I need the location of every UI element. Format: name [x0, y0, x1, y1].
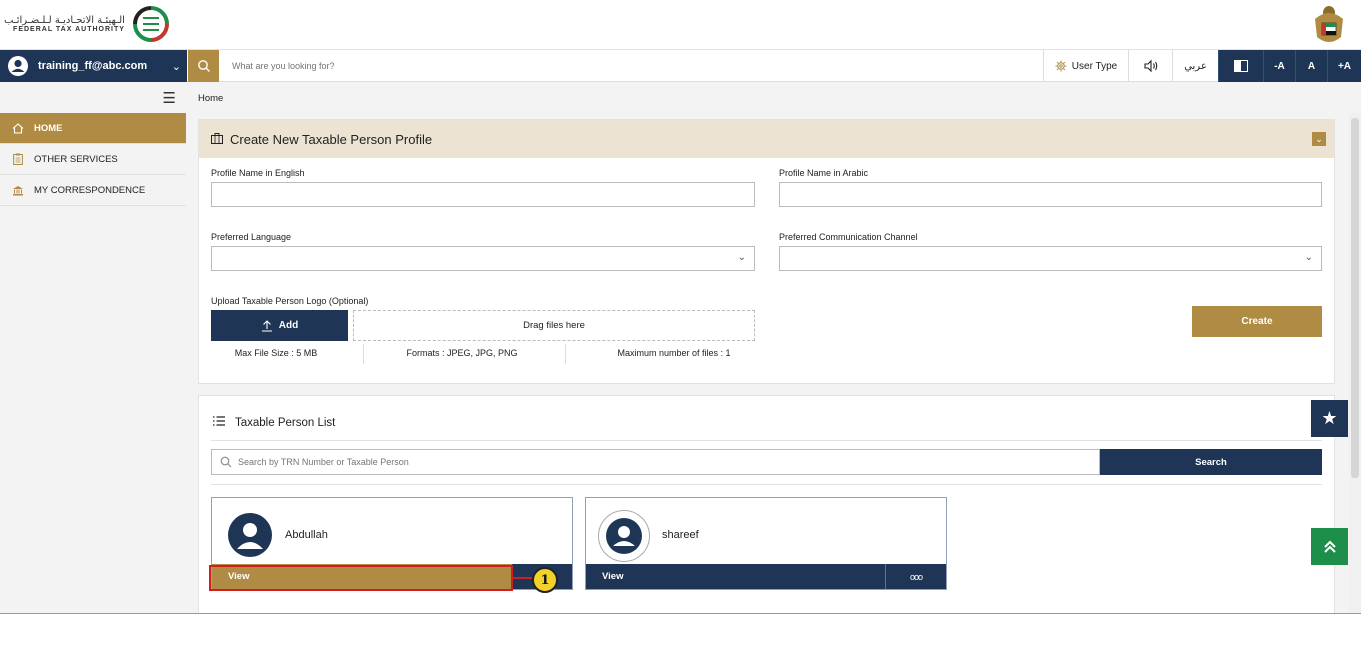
clipboard-icon — [12, 153, 24, 165]
top-toolbar: training_ff@abc.com ⌄ User Type عربي -A … — [0, 50, 1361, 82]
search-button[interactable]: Search — [1100, 449, 1322, 475]
chevron-down-icon: ⌄ — [737, 252, 746, 263]
sidebar-item-my-correspondence[interactable]: MY CORRESPONDENCE — [0, 175, 186, 206]
channel-label: Preferred Communication Channel — [779, 232, 918, 242]
fta-logo[interactable]: الـهيئـة الاتحـاديـة لـلـضـرائـب FEDERAL… — [4, 4, 171, 44]
annotation-highlight — [209, 565, 513, 591]
uae-emblem-icon — [1315, 6, 1343, 42]
collapse-button[interactable]: ⌄ — [1312, 132, 1326, 146]
more-options-button[interactable]: ooo — [885, 564, 946, 589]
language-label: Preferred Language — [211, 232, 292, 242]
global-search-input[interactable] — [222, 54, 822, 78]
list-title-text: Taxable Person List — [235, 416, 336, 429]
search-icon — [220, 456, 232, 468]
user-type-label: User Type — [1071, 60, 1118, 72]
divider — [211, 440, 1322, 441]
divider — [211, 484, 1322, 485]
list-icon — [213, 416, 225, 429]
chevron-down-icon: ⌄ — [1304, 252, 1313, 263]
sidebar-item-other-services[interactable]: OTHER SERVICES — [0, 144, 186, 175]
language-toggle[interactable]: عربي — [1172, 50, 1218, 82]
file-formats: Formats : JPEG, JPG, PNG — [406, 348, 518, 358]
sidebar-item-home[interactable]: HOME — [0, 113, 186, 144]
double-chevron-up-icon — [1323, 540, 1336, 553]
create-profile-header[interactable]: Create New Taxable Person Profile ⌄ — [199, 120, 1334, 158]
app-window: الـهيئـة الاتحـاديـة لـلـضـرائـب FEDERAL… — [0, 0, 1361, 614]
person-name: shareef — [662, 529, 699, 541]
add-label: Add — [278, 320, 299, 331]
divider — [363, 344, 364, 364]
max-file-size: Max File Size : 5 MB — [234, 348, 318, 358]
person-name: Abdullah — [285, 529, 328, 541]
user-type-button[interactable]: User Type — [1043, 50, 1128, 82]
panel-title: Create New Taxable Person Profile — [230, 131, 433, 147]
create-profile-panel: Create New Taxable Person Profile ⌄ Prof… — [198, 119, 1335, 384]
sidebar-item-label: HOME — [34, 122, 63, 134]
arabic-language-label: عربي — [1184, 60, 1207, 72]
briefcase-icon — [211, 132, 223, 147]
star-icon: ★ — [1321, 408, 1338, 428]
font-decrease-button[interactable]: -A — [1263, 50, 1295, 82]
view-button[interactable]: View — [586, 564, 623, 589]
name-ar-input[interactable] — [779, 182, 1322, 207]
upload-logo-label: Upload Taxable Person Logo (Optional) — [211, 296, 369, 306]
favorites-button[interactable]: ★ — [1311, 400, 1348, 437]
user-avatar-icon — [8, 56, 28, 76]
taxable-person-card[interactable]: shareef View ooo — [585, 497, 947, 590]
annotation-step-badge: 1 — [532, 567, 558, 593]
logo-english-text: FEDERAL TAX AUTHORITY — [13, 25, 125, 33]
home-icon — [12, 122, 24, 134]
search-icon — [197, 60, 210, 72]
annotation-connector — [512, 577, 532, 579]
contrast-icon — [1234, 60, 1248, 72]
contrast-toggle[interactable] — [1218, 50, 1263, 82]
person-search-input[interactable] — [238, 457, 1038, 467]
language-select[interactable]: ⌄ — [211, 246, 755, 271]
speaker-icon — [1143, 59, 1157, 73]
menu-toggle-button[interactable]: ☰ — [0, 82, 186, 113]
create-button[interactable]: Create — [1192, 306, 1322, 337]
font-increase-button[interactable]: +A — [1327, 50, 1361, 82]
max-files: Maximum number of files : 1 — [617, 348, 731, 358]
page-scrollbar[interactable] — [1349, 113, 1361, 613]
person-avatar-icon — [228, 513, 272, 557]
sidebar-item-label: MY CORRESPONDENCE — [34, 184, 146, 196]
channel-select[interactable]: ⌄ — [779, 246, 1322, 271]
file-dropzone[interactable]: Drag files here — [353, 310, 755, 341]
global-search-button[interactable] — [188, 50, 219, 82]
fta-emblem-icon — [132, 6, 169, 42]
upload-icon — [261, 319, 272, 332]
logo-arabic-text: الـهيئـة الاتحـاديـة لـلـضـرائـب — [4, 14, 125, 26]
scrollbar-thumb[interactable] — [1351, 118, 1359, 478]
text-to-speech-button[interactable] — [1128, 50, 1172, 82]
scroll-to-top-button[interactable] — [1311, 528, 1348, 565]
name-en-input[interactable] — [211, 182, 755, 207]
sidebar: ☰ HOME OTHER SERVICES MY CORRESPONDENCE — [0, 82, 186, 613]
name-en-label: Profile Name in English — [211, 168, 305, 178]
main-content: Home Create New Taxable Person Profile ⌄… — [186, 82, 1361, 613]
chevron-down-icon: ⌄ — [171, 60, 181, 73]
site-header: الـهيئـة الاتحـاديـة لـلـضـرائـب FEDERAL… — [0, 0, 1361, 50]
bank-icon — [12, 185, 24, 196]
card-action-bar: View ooo — [586, 564, 946, 589]
name-ar-label: Profile Name in Arabic — [779, 168, 869, 178]
list-title: Taxable Person List — [213, 416, 335, 429]
gear-icon — [1055, 60, 1067, 72]
hamburger-icon: ☰ — [162, 89, 176, 107]
user-email: training_ff@abc.com — [38, 60, 148, 72]
sidebar-item-label: OTHER SERVICES — [34, 153, 118, 165]
add-file-button[interactable]: Add — [211, 310, 348, 341]
person-search-field[interactable] — [211, 449, 1100, 475]
person-avatar-icon — [598, 510, 650, 562]
user-menu[interactable]: training_ff@abc.com ⌄ — [0, 50, 187, 82]
chevron-down-icon: ⌄ — [1315, 133, 1323, 144]
divider — [565, 344, 566, 364]
breadcrumb[interactable]: Home — [198, 93, 223, 104]
font-normal-button[interactable]: A — [1295, 50, 1327, 82]
